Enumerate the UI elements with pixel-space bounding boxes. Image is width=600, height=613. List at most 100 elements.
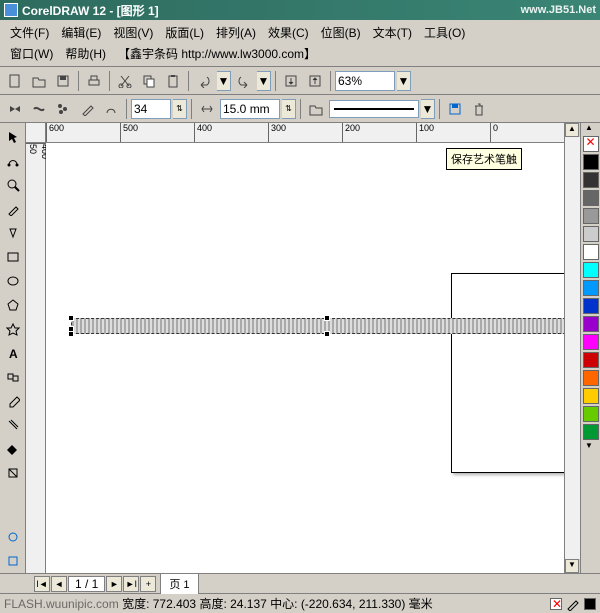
interactive-fill-tool[interactable]	[1, 462, 25, 484]
ruler-horizontal[interactable]: 600 500 400 300 200 100 0	[46, 123, 564, 143]
outline-tool[interactable]	[1, 414, 25, 436]
zoom-tool[interactable]	[1, 174, 25, 196]
ruler-vertical[interactable]: 50 400 300 200 100 0	[26, 143, 46, 573]
swatch-none[interactable]	[583, 136, 599, 152]
handle-tl[interactable]	[68, 315, 74, 321]
menu-text[interactable]: 文本(T)	[367, 22, 418, 43]
import-button[interactable]	[280, 70, 302, 92]
fill-indicator[interactable]: ✕	[550, 598, 562, 610]
swatch[interactable]	[583, 208, 599, 224]
fill-tool[interactable]	[1, 438, 25, 460]
handle-bm[interactable]	[324, 331, 330, 337]
eyedropper-tool[interactable]	[1, 390, 25, 412]
page-first[interactable]: I◄	[34, 576, 50, 592]
canvas[interactable]: 保存艺术笔触	[46, 143, 564, 573]
shape-tool[interactable]	[1, 150, 25, 172]
open-button[interactable]	[28, 70, 50, 92]
spray-button[interactable]	[52, 98, 74, 120]
swatch[interactable]	[583, 406, 599, 422]
blend-tool[interactable]	[1, 366, 25, 388]
save-button[interactable]	[52, 70, 74, 92]
swatch[interactable]	[583, 226, 599, 242]
titlebar: CorelDRAW 12 - [图形 1] www.JB51.Net	[0, 0, 600, 20]
swatch[interactable]	[583, 424, 599, 440]
selected-object[interactable]	[71, 318, 564, 334]
scrollbar-vertical[interactable]: ▲ ▼	[564, 123, 580, 573]
scroll-track[interactable]	[565, 137, 580, 559]
delete-stroke-button[interactable]	[468, 98, 490, 120]
swatch[interactable]	[583, 172, 599, 188]
extra-tool-1[interactable]	[1, 526, 25, 548]
brush-stroke-button[interactable]	[28, 98, 50, 120]
scroll-down[interactable]: ▼	[565, 559, 579, 573]
width-input[interactable]	[220, 99, 280, 119]
swatch[interactable]	[583, 388, 599, 404]
page-prev[interactable]: ◄	[51, 576, 67, 592]
scroll-up[interactable]: ▲	[565, 123, 579, 137]
extra-tool-2[interactable]	[1, 550, 25, 572]
menu-help[interactable]: 帮助(H)	[59, 43, 112, 64]
page-add[interactable]: +	[140, 576, 156, 592]
text-tool[interactable]: A	[1, 342, 25, 364]
paste-icon	[166, 74, 180, 88]
swatch[interactable]	[583, 190, 599, 206]
page-next[interactable]: ►	[106, 576, 122, 592]
calligraphy-button[interactable]	[76, 98, 98, 120]
swatch[interactable]	[583, 370, 599, 386]
polygon-tool[interactable]	[1, 294, 25, 316]
brush-preset-button[interactable]	[4, 98, 26, 120]
rectangle-tool[interactable]	[1, 246, 25, 268]
save-stroke-button[interactable]	[444, 98, 466, 120]
undo-dropdown[interactable]: ▼	[217, 71, 231, 91]
export-button[interactable]	[304, 70, 326, 92]
folder-icon	[309, 102, 323, 116]
page-tab[interactable]: 页 1	[160, 573, 198, 594]
freehand-tool[interactable]	[1, 198, 25, 220]
browse-button[interactable]	[305, 98, 327, 120]
zoom-dropdown[interactable]: ▼	[397, 71, 411, 91]
basic-shapes-tool[interactable]	[1, 318, 25, 340]
menu-edit[interactable]: 编辑(E)	[55, 22, 107, 43]
menu-effects[interactable]: 效果(C)	[262, 22, 315, 43]
ruler-corner[interactable]	[26, 123, 46, 143]
menu-view[interactable]: 视图(V)	[107, 22, 159, 43]
pick-tool[interactable]	[1, 126, 25, 148]
swatch[interactable]	[583, 334, 599, 350]
stroke-dropdown[interactable]: ▼	[421, 99, 435, 119]
palette-down[interactable]: ▼	[581, 441, 597, 453]
paste-button[interactable]	[162, 70, 184, 92]
smart-tool[interactable]	[1, 222, 25, 244]
zoom-input[interactable]	[335, 71, 395, 91]
menu-file[interactable]: 文件(F)	[4, 22, 55, 43]
swatch[interactable]	[583, 298, 599, 314]
cut-button[interactable]	[114, 70, 136, 92]
menu-tools[interactable]: 工具(O)	[418, 22, 471, 43]
menu-layout[interactable]: 版面(L)	[159, 22, 210, 43]
swatch[interactable]	[583, 280, 599, 296]
menu-bitmap[interactable]: 位图(B)	[315, 22, 367, 43]
outline-indicator[interactable]	[584, 598, 596, 610]
palette-up[interactable]: ▲	[581, 123, 597, 135]
swatch[interactable]	[583, 244, 599, 260]
new-button[interactable]	[4, 70, 26, 92]
smoothing-stepper[interactable]: ⇅	[173, 99, 187, 119]
handle-tm[interactable]	[324, 315, 330, 321]
redo-dropdown[interactable]: ▼	[257, 71, 271, 91]
stroke-preview[interactable]	[329, 100, 419, 118]
redo-button[interactable]	[233, 70, 255, 92]
print-button[interactable]	[83, 70, 105, 92]
undo-button[interactable]	[193, 70, 215, 92]
width-stepper[interactable]: ⇅	[282, 99, 296, 119]
pressure-button[interactable]	[100, 98, 122, 120]
page-last[interactable]: ►I	[123, 576, 139, 592]
swatch[interactable]	[583, 352, 599, 368]
ellipse-tool[interactable]	[1, 270, 25, 292]
handle-bl[interactable]	[68, 331, 74, 337]
swatch[interactable]	[583, 316, 599, 332]
copy-button[interactable]	[138, 70, 160, 92]
smoothing-spinner[interactable]	[131, 99, 171, 119]
swatch[interactable]	[583, 154, 599, 170]
menu-window[interactable]: 窗口(W)	[4, 43, 59, 64]
swatch[interactable]	[583, 262, 599, 278]
menu-arrange[interactable]: 排列(A)	[210, 22, 262, 43]
